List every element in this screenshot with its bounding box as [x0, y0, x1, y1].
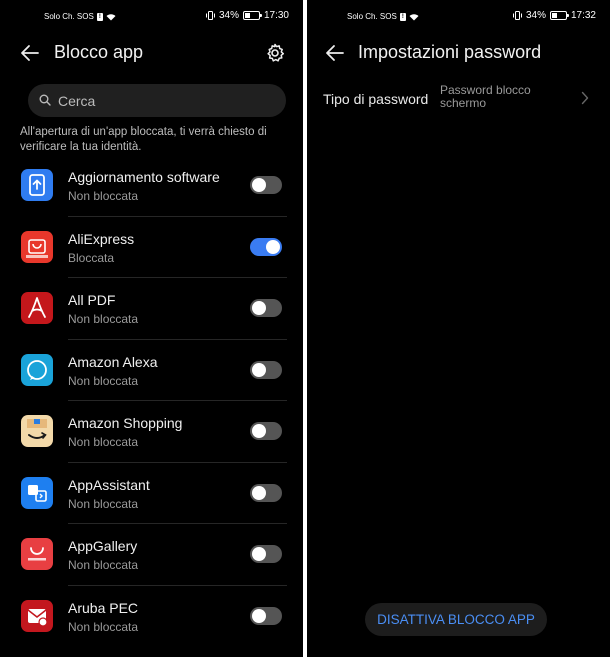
gear-icon[interactable]	[264, 42, 286, 64]
amazon-shopping-icon	[21, 415, 53, 447]
vibrate-icon	[205, 11, 215, 20]
back-arrow-icon[interactable]	[325, 44, 345, 62]
lock-toggle[interactable]	[250, 545, 282, 563]
lock-toggle[interactable]	[250, 606, 282, 625]
sos-icon: !	[399, 12, 406, 21]
list-item[interactable]: Amazon Alexa Non bloccata	[0, 340, 303, 401]
list-item[interactable]: AppAssistant Non bloccata	[0, 463, 303, 524]
list-item[interactable]: Amazon Shopping Non bloccata	[0, 401, 303, 463]
app-lock-screen: Solo Ch. SOS ! 34% 17:30 Blocco app All'…	[0, 0, 303, 657]
app-lock-state: Non bloccata	[68, 435, 139, 449]
aruba-pec-icon	[21, 599, 53, 632]
search-input[interactable]	[58, 84, 268, 117]
battery-percent: 34%	[525, 10, 546, 21]
app-name: AppAssistant	[68, 476, 150, 493]
list-item[interactable]: All PDF Non bloccata	[0, 278, 303, 340]
wifi-icon	[409, 13, 419, 20]
lock-toggle[interactable]	[250, 237, 282, 256]
app-name: All PDF	[68, 292, 116, 308]
lock-hint-text: All'apertura di un'app bloccata, ti verr…	[20, 126, 267, 153]
list-item[interactable]: AppGallery Non bloccata	[0, 524, 303, 586]
status-bar: Solo Ch. SOS ! 34% 17:30	[0, 10, 303, 26]
password-type-value: Password blocco schermo	[440, 83, 531, 110]
alexa-icon	[21, 353, 53, 386]
back-arrow-icon[interactable]	[20, 44, 40, 62]
app-name: Amazon Shopping	[68, 415, 183, 431]
sos-icon: !	[96, 12, 103, 21]
lock-toggle[interactable]	[250, 299, 282, 317]
list-item[interactable]: Aggiornamento software Non bloccata	[0, 155, 303, 217]
battery-percent: 34%	[218, 10, 239, 21]
app-assistant-icon	[21, 476, 53, 509]
password-type-row[interactable]: Tipo di password Password blocco schermo	[307, 80, 610, 120]
battery-icon	[549, 11, 569, 20]
app-lock-state: Non bloccata	[68, 189, 139, 203]
app-list: Aggiornamento software Non bloccata AliE…	[0, 155, 303, 647]
list-item[interactable]: AliExpress Bloccata	[0, 217, 303, 278]
page-title: Blocco app	[54, 42, 144, 62]
password-settings-screen: Solo Ch. SOS ! 34% 17:32 Impostazioni pa…	[307, 0, 610, 657]
app-name: Aggiornamento software	[68, 169, 220, 185]
title-bar: Blocco app	[0, 38, 303, 68]
app-lock-state: Non bloccata	[68, 373, 139, 388]
carrier-text: Solo Ch. SOS	[347, 12, 397, 21]
search-icon	[39, 94, 51, 106]
password-type-label: Tipo di password	[323, 91, 429, 107]
wifi-icon	[106, 13, 116, 20]
battery-icon	[242, 11, 262, 20]
clock: 17:32	[570, 10, 596, 21]
page-title: Impostazioni password	[358, 42, 542, 62]
app-name: Amazon Alexa	[68, 353, 158, 370]
app-name: AliExpress	[68, 230, 135, 247]
vibrate-icon	[512, 11, 522, 20]
lock-toggle[interactable]	[250, 360, 282, 379]
app-lock-state: Bloccata	[68, 250, 115, 265]
app-lock-state: Non bloccata	[68, 558, 139, 572]
pdf-icon	[21, 292, 53, 324]
app-name: Aruba PEC	[68, 599, 139, 616]
aliexpress-icon	[21, 230, 53, 263]
app-lock-state: Non bloccata	[68, 312, 139, 326]
disable-app-lock-button[interactable]: DISATTIVA BLOCCO APP	[365, 603, 547, 636]
app-name: AppGallery	[68, 538, 138, 554]
carrier-text: Solo Ch. SOS	[44, 12, 94, 21]
lock-toggle[interactable]	[250, 176, 282, 194]
software-update-icon	[21, 169, 53, 201]
lock-toggle[interactable]	[250, 483, 282, 502]
search-bar[interactable]	[28, 84, 286, 117]
lock-toggle[interactable]	[250, 422, 282, 440]
status-bar: Solo Ch. SOS ! 34% 17:32	[307, 10, 610, 26]
title-bar: Impostazioni password	[307, 38, 610, 68]
chevron-right-icon	[581, 91, 589, 105]
app-lock-state: Non bloccata	[68, 619, 139, 634]
list-item[interactable]: Aruba PEC Non bloccata	[0, 586, 303, 648]
clock: 17:30	[263, 10, 289, 21]
app-lock-state: Non bloccata	[68, 496, 139, 511]
appgallery-icon	[21, 538, 53, 570]
